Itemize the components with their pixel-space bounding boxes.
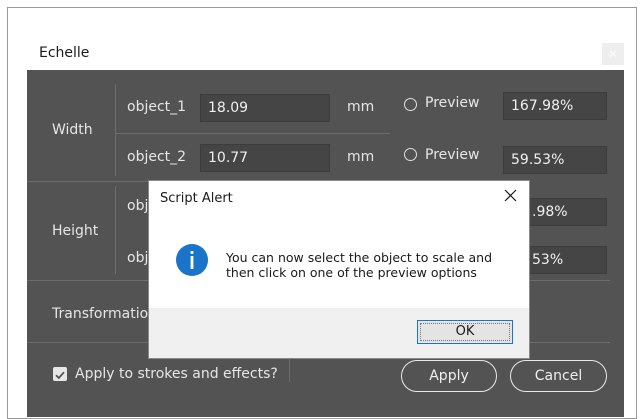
width-object-1-percent[interactable]: 167.98% — [503, 92, 607, 120]
ok-button[interactable]: OK — [417, 320, 513, 344]
preview-radio-width-1[interactable] — [404, 98, 417, 111]
width-object-2-label: object_2 — [127, 149, 187, 165]
info-icon — [176, 244, 208, 276]
close-icon[interactable]: × — [602, 43, 624, 65]
width-row-separator — [115, 133, 390, 134]
alert-message: You can now select the object to scale a… — [226, 250, 516, 280]
width-divider — [115, 84, 116, 176]
preview-radio-width-2[interactable] — [404, 148, 417, 161]
width-object-2-input[interactable]: 10.77 — [200, 144, 330, 172]
alert-close-icon[interactable] — [501, 185, 521, 207]
cancel-button[interactable]: Cancel — [510, 360, 607, 392]
transformation-label: Transformatio — [52, 306, 149, 322]
width-label: Width — [52, 122, 93, 138]
dialog-title: Echelle — [39, 45, 90, 61]
strokes-effects-label: Apply to strokes and effects? — [75, 366, 278, 382]
preview-label-width-2: Preview — [425, 147, 480, 163]
width-object-1-unit: mm — [347, 99, 375, 115]
height-object-2-label: obj — [127, 250, 149, 266]
script-alert-dialog: Script Alert You can now select the obje… — [148, 180, 530, 359]
width-object-2-percent[interactable]: 59.53% — [503, 146, 607, 174]
width-object-1-label: object_1 — [127, 99, 187, 115]
height-divider — [115, 186, 116, 274]
height-label: Height — [52, 223, 99, 239]
alert-title: Script Alert — [160, 191, 233, 206]
strokes-effects-checkbox[interactable] — [53, 367, 67, 381]
alert-footer: OK — [149, 308, 529, 358]
height-object-1-label: obj — [127, 198, 149, 214]
width-object-1-input[interactable]: 18.09 — [200, 94, 330, 122]
apply-button[interactable]: Apply — [401, 360, 497, 392]
alert-message-line-1: You can now select the object to scale a… — [226, 250, 493, 265]
checkmark-icon — [55, 371, 65, 380]
width-object-2-unit: mm — [347, 149, 375, 165]
preview-label-width-1: Preview — [425, 95, 480, 111]
dialog-titlebar: Echelle × — [27, 37, 624, 70]
alert-message-line-2: then click on one of the preview options — [226, 265, 477, 280]
